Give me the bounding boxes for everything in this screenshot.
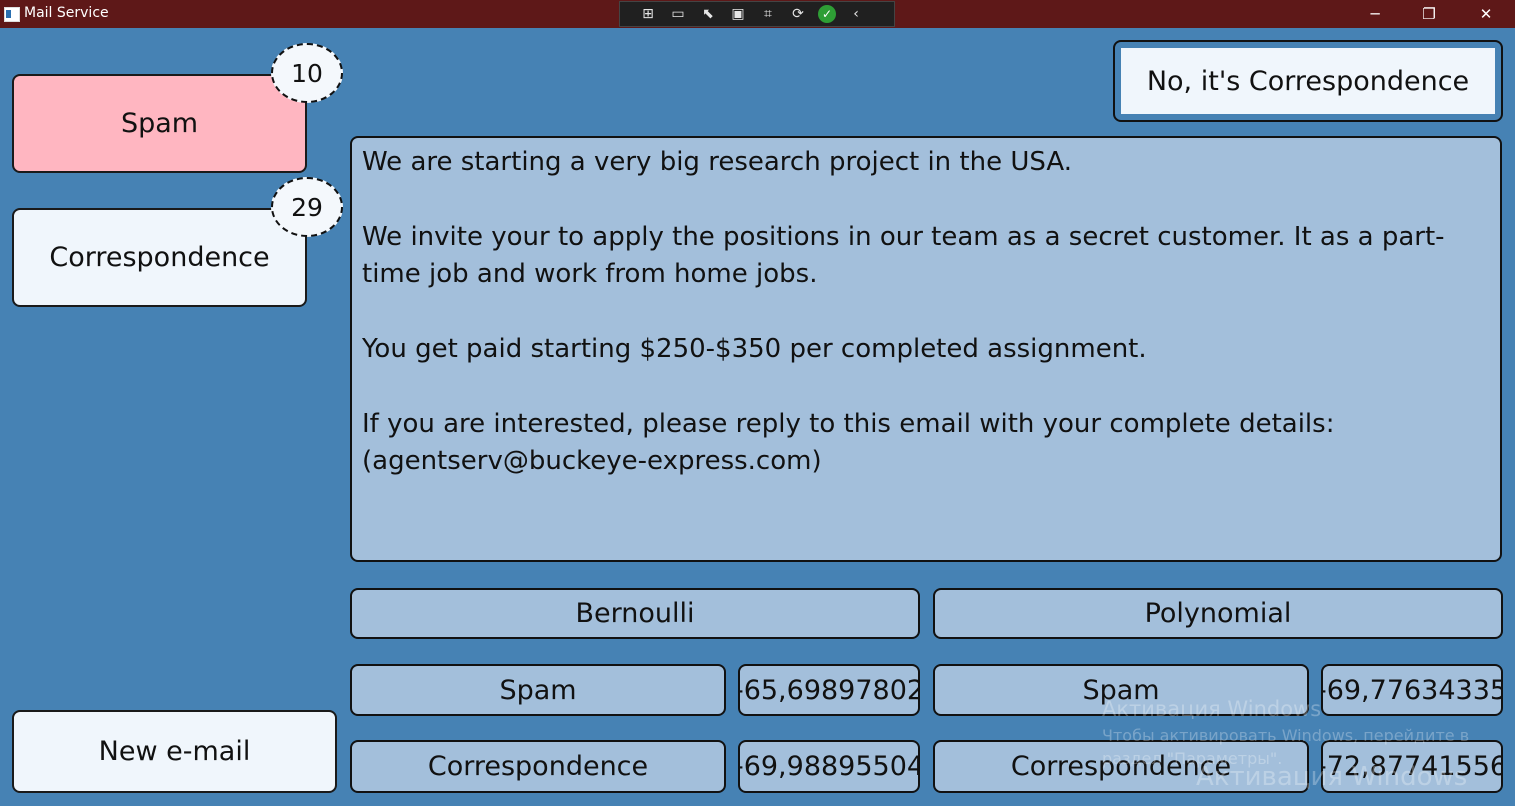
bernoulli-correspondence-label-text: Correspondence xyxy=(427,751,649,782)
correspondence-count: 29 xyxy=(291,192,323,222)
watermark-line: Чтобы активировать Windows, перейдите в xyxy=(1102,726,1470,745)
title-bar: Mail Service ⊞ ▭ ⬉ ▣ ⌗ ⟳ ✓ ‹ ─ ❐ ✕ xyxy=(0,0,1515,28)
app-icon xyxy=(4,7,20,22)
bernoulli-correspondence-score-text: -69,98895504 xyxy=(738,751,920,782)
correspondence-count-badge: 29 xyxy=(271,177,343,237)
video-icon[interactable]: ▭ xyxy=(668,5,688,23)
email-paragraph: If you are interested, please reply to t… xyxy=(362,409,1335,476)
polynomial-spam-score: -69,77634335 xyxy=(1321,664,1503,716)
watermark-title: Активация Windows xyxy=(1196,762,1468,792)
bernoulli-spam-label-text: Spam xyxy=(499,674,577,706)
bernoulli-model-header: Bernoulli xyxy=(350,588,920,639)
correct-answer-label: No, it's Correspondence xyxy=(1146,65,1470,97)
minimize-button[interactable]: ─ xyxy=(1348,0,1402,28)
hot-reload-icon[interactable]: ⟳ xyxy=(788,5,808,23)
email-body[interactable]: We are starting a very big research proj… xyxy=(350,136,1502,562)
bernoulli-correspondence-score: -69,98895504 xyxy=(738,740,920,793)
polynomial-spam-score-text: -69,77634335 xyxy=(1321,674,1503,706)
check-icon[interactable]: ✓ xyxy=(818,5,836,23)
watermark-title: Активация Windows xyxy=(1102,697,1322,721)
bernoulli-spam-score: -65,69897802 xyxy=(738,664,920,716)
polynomial-model-name: Polynomial xyxy=(1144,598,1292,629)
select-element-icon[interactable]: ⬉ xyxy=(698,5,718,23)
answer-button-frame: No, it's Correspondence xyxy=(1113,40,1503,122)
spam-count: 10 xyxy=(291,58,323,88)
maximize-button[interactable]: ❐ xyxy=(1402,0,1456,28)
window-title: Mail Service xyxy=(24,5,109,21)
bernoulli-model-name: Bernoulli xyxy=(575,598,695,629)
spam-count-badge: 10 xyxy=(271,43,343,103)
correspondence-category-label: Correspondence xyxy=(49,242,270,273)
email-paragraph: We invite your to apply the positions in… xyxy=(362,222,1445,289)
xaml-debug-toolbar: ⊞ ▭ ⬉ ▣ ⌗ ⟳ ✓ ‹ xyxy=(619,1,895,27)
email-paragraph: You get paid starting $250-$350 per comp… xyxy=(362,334,1147,364)
bernoulli-spam-score-text: -65,69897802 xyxy=(738,674,920,706)
track-focus-icon[interactable]: ⌗ xyxy=(758,5,778,23)
email-paragraph: We are starting a very big research proj… xyxy=(362,147,1072,177)
bernoulli-spam-label: Spam xyxy=(350,664,726,716)
new-email-label: New e-mail xyxy=(98,736,251,767)
correspondence-category-button[interactable]: Correspondence xyxy=(12,208,307,307)
display-layout-adorners-icon[interactable]: ▣ xyxy=(728,5,748,23)
live-visual-tree-icon[interactable]: ⊞ xyxy=(638,5,658,23)
spam-category-label: Spam xyxy=(120,108,199,139)
collapse-chevron-icon[interactable]: ‹ xyxy=(846,5,866,23)
close-button[interactable]: ✕ xyxy=(1459,0,1513,28)
new-email-button[interactable]: New e-mail xyxy=(12,710,337,793)
bernoulli-correspondence-label: Correspondence xyxy=(350,740,726,793)
correct-answer-button[interactable]: No, it's Correspondence xyxy=(1121,48,1495,114)
polynomial-model-header: Polynomial xyxy=(933,588,1503,639)
spam-category-button[interactable]: Spam xyxy=(12,74,307,173)
